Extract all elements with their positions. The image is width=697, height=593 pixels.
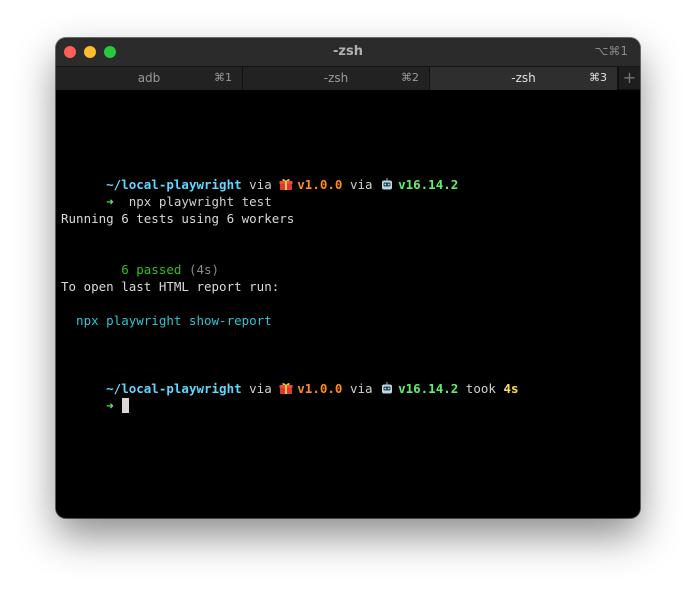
new-tab-button[interactable]: + [618,67,640,90]
prompt-took: took [458,381,504,396]
package-version: v1.0.0 [297,177,343,192]
tab-shortcut: ⌘1 [214,71,232,84]
terminal-window: -zsh ⌥⌘1 adb ⌘1 -zsh ⌘2 -zsh ⌘3 + ~/loca… [56,38,640,518]
prompt-via: via [241,381,280,396]
title-bar[interactable]: -zsh ⌥⌘1 [56,38,640,66]
gift-icon [279,178,293,191]
prompt-via: via [342,381,381,396]
node-version: v16.14.2 [398,381,459,396]
tab-zsh-3[interactable]: -zsh ⌘3 [430,67,618,90]
node-version: v16.14.2 [398,177,459,192]
tab-bar: adb ⌘1 -zsh ⌘2 -zsh ⌘3 + [56,66,640,90]
robot-icon [380,382,394,395]
prompt-arrow: ➜ [106,398,114,413]
prompt-via: via [342,177,381,192]
prompt-line: ~/local-playwright via v1.0.0 via v16.14… [61,363,518,396]
tab-zsh-2[interactable]: -zsh ⌘2 [243,67,430,90]
passed-count: 6 passed [106,262,182,277]
terminal-output[interactable]: ~/local-playwright via v1.0.0 via v16.14… [56,90,640,518]
package-version: v1.0.0 [297,381,343,396]
prompt-arrow: ➜ [106,194,114,209]
command-line: ➜ npx playwright test [61,176,272,209]
passed-time: (4s) [181,262,220,277]
window-shortcut: ⌥⌘1 [594,44,628,58]
tab-adb[interactable]: adb ⌘1 [56,67,243,90]
gift-icon [279,382,293,395]
tab-shortcut: ⌘3 [589,71,607,84]
report-command: npx playwright show-report [61,313,272,328]
command-line: ➜ [61,380,129,413]
output-running: Running 6 tests using 6 workers [61,211,295,226]
robot-icon [380,178,394,191]
window-title: -zsh [333,44,363,59]
command-duration: 4s [503,381,519,396]
tab-shortcut: ⌘2 [401,71,419,84]
output-passed-line: 6 passed (4s) [61,244,219,277]
output-open-report: To open last HTML report run: [61,279,280,294]
prompt-line: ~/local-playwright via v1.0.0 via v16.14… [61,159,458,192]
text-cursor [121,398,129,413]
command-text: npx playwright test [113,194,272,209]
